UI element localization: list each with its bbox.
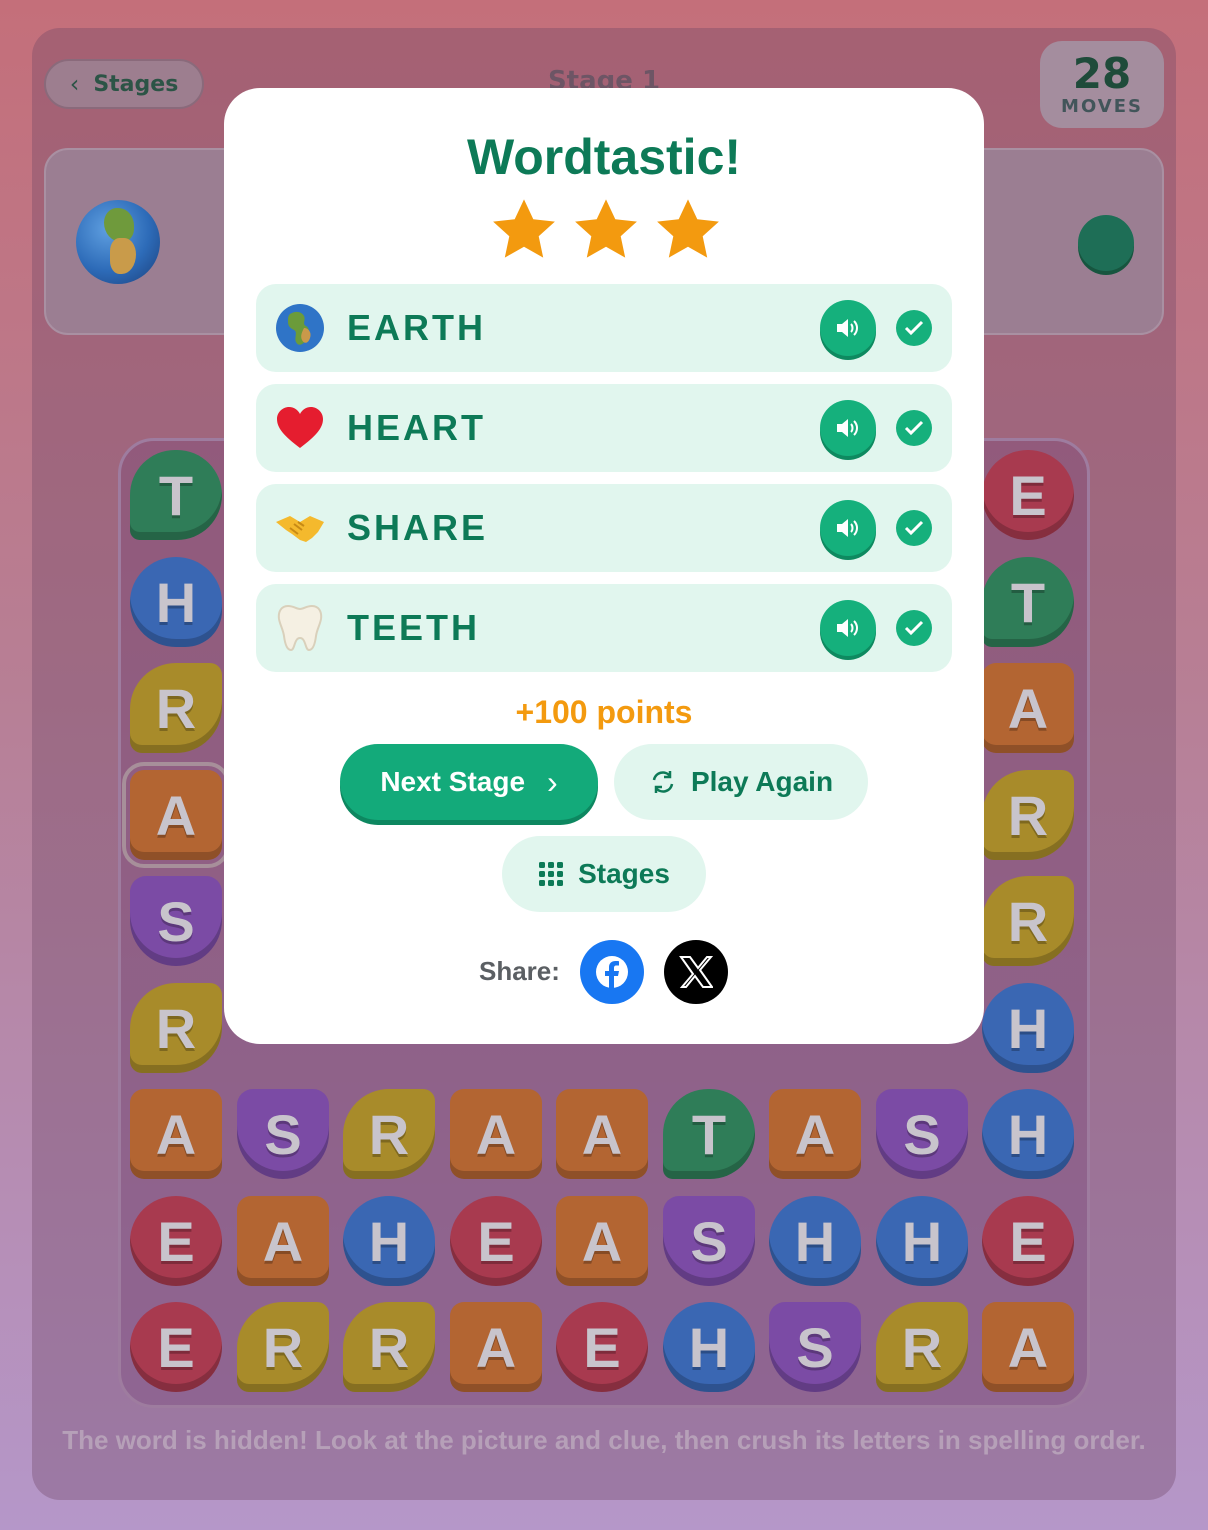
letter-tile[interactable]: E [982, 1196, 1074, 1286]
word-row-teeth: TEETH [256, 584, 952, 672]
word-text: EARTH [347, 307, 486, 348]
letter-tile[interactable]: H [769, 1196, 861, 1286]
word-text: HEART [347, 407, 486, 448]
word-row-share: SHARE [256, 484, 952, 572]
share-facebook-button[interactable] [580, 940, 644, 1004]
check-icon [896, 610, 932, 646]
letter-tile[interactable]: R [876, 1302, 968, 1392]
play-again-button[interactable]: Play Again [614, 744, 868, 820]
letter-tile[interactable]: A [450, 1089, 542, 1179]
stages-label: Stages [578, 858, 670, 889]
letter-tile[interactable]: R [343, 1302, 435, 1392]
share-x-button[interactable] [664, 940, 728, 1004]
modal-title: Wordtastic! [466, 129, 742, 185]
share-label: Share: [479, 956, 560, 986]
check-icon [896, 310, 932, 346]
handshake-icon [276, 516, 324, 542]
earth-globe-icon [276, 304, 324, 352]
letter-tile[interactable]: S [237, 1089, 329, 1179]
star-rating [488, 194, 724, 266]
star-icon [657, 199, 719, 258]
letter-tile[interactable]: E [130, 1302, 222, 1392]
word-text: TEETH [347, 607, 481, 648]
letter-tile[interactable]: A [556, 1089, 648, 1179]
letter-tile[interactable]: E [130, 1196, 222, 1286]
next-stage-button[interactable]: Next Stage › [340, 744, 598, 820]
word-row-earth: EARTH [256, 284, 952, 372]
check-icon [896, 510, 932, 546]
star-icon [493, 199, 555, 258]
letter-tile[interactable]: A [769, 1089, 861, 1179]
moves-counter: 28 MOVES [1040, 41, 1164, 128]
letter-tile[interactable]: E [982, 450, 1074, 540]
letter-tile[interactable]: S [769, 1302, 861, 1392]
speaker-icon [837, 419, 858, 437]
points-earned: +100 points [515, 694, 693, 730]
x-logo-icon [679, 956, 713, 988]
letter-tile[interactable]: A [237, 1196, 329, 1286]
word-text: SHARE [347, 507, 489, 548]
letter-tile[interactable]: E [556, 1302, 648, 1392]
letter-tile[interactable]: R [982, 876, 1074, 966]
star-icon [575, 199, 637, 258]
letter-tile[interactable]: R [343, 1089, 435, 1179]
letter-tile[interactable]: H [982, 1089, 1074, 1179]
word-sound-button[interactable] [820, 600, 876, 656]
letter-tile[interactable]: S [876, 1089, 968, 1179]
speaker-icon [837, 319, 858, 337]
letter-tile[interactable]: S [663, 1196, 755, 1286]
word-sound-button[interactable] [820, 400, 876, 456]
letter-tile[interactable]: H [876, 1196, 968, 1286]
letter-tile[interactable]: A [982, 1302, 1074, 1392]
letter-tile[interactable]: H [982, 983, 1074, 1073]
tooth-icon [277, 604, 323, 652]
letter-tile[interactable]: A [450, 1302, 542, 1392]
letter-tile[interactable]: H [663, 1302, 755, 1392]
letter-tile[interactable]: A [556, 1196, 648, 1286]
refresh-icon [652, 771, 674, 793]
word-sound-button[interactable] [820, 500, 876, 556]
facebook-icon [596, 956, 628, 989]
letter-tile[interactable]: R [982, 770, 1074, 860]
letter-tile[interactable]: S [130, 876, 222, 966]
moves-count: 28 [1072, 49, 1132, 98]
grid-icon [539, 862, 564, 886]
word-row-heart: HEART [256, 384, 952, 472]
letter-tile[interactable]: A [122, 762, 230, 868]
letter-tile[interactable]: H [343, 1196, 435, 1286]
moves-label: MOVES [1061, 96, 1143, 117]
letter-tile[interactable]: R [130, 983, 222, 1073]
letter-tile[interactable]: A [130, 1089, 222, 1179]
check-icon [896, 410, 932, 446]
earth-globe-icon [76, 200, 160, 284]
letter-tile[interactable]: R [237, 1302, 329, 1392]
letter-tile[interactable]: H [130, 557, 222, 647]
clue-sound-button[interactable] [1078, 215, 1134, 271]
speaker-icon [837, 619, 858, 637]
hint-text: The word is hidden! Look at the picture … [62, 1425, 1146, 1455]
letter-tile[interactable]: T [130, 450, 222, 540]
red-heart-icon [277, 407, 323, 448]
speaker-icon [837, 519, 858, 537]
letter-tile[interactable]: E [450, 1196, 542, 1286]
play-again-label: Play Again [690, 766, 834, 797]
letter-tile[interactable]: T [663, 1089, 755, 1179]
letter-tile[interactable]: T [982, 557, 1074, 647]
next-stage-label: Next Stage [380, 766, 526, 797]
chevron-right-icon: › [547, 763, 558, 800]
stages-button[interactable]: Stages [502, 836, 706, 912]
word-sound-button[interactable] [820, 300, 876, 356]
